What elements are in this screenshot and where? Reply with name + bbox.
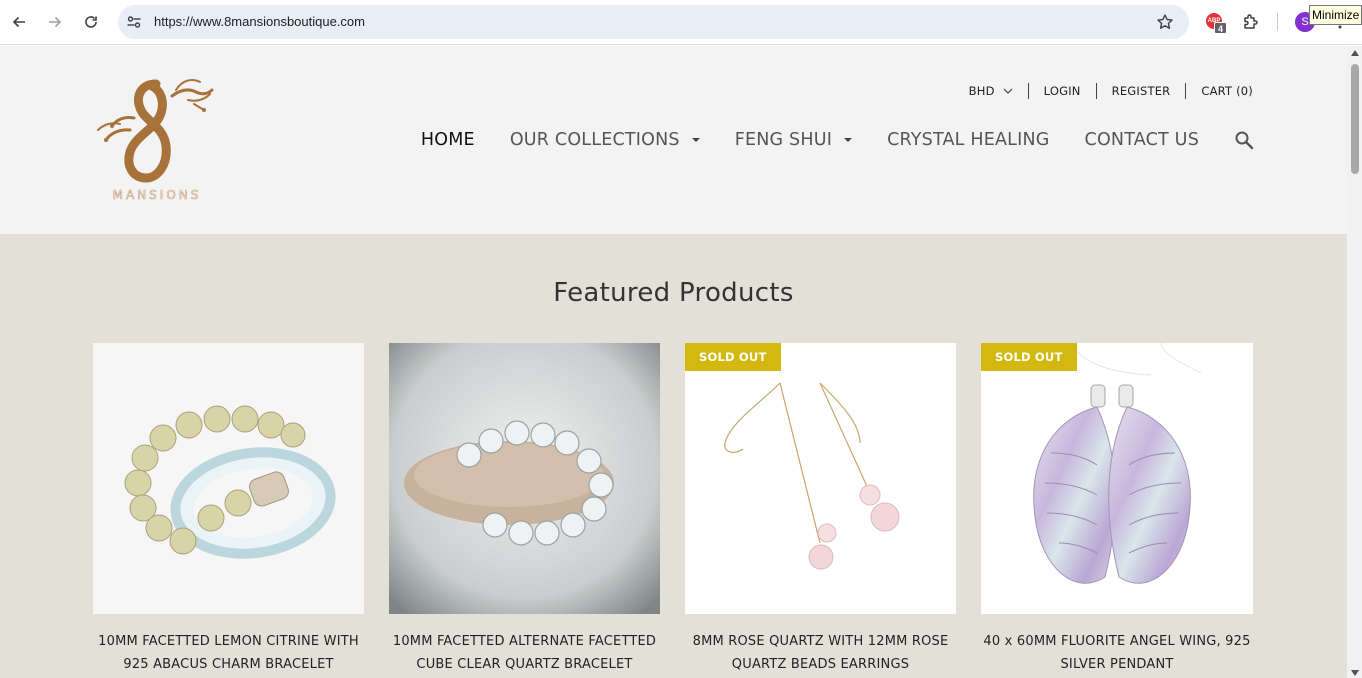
nav-contact-us-label: CONTACT US: [1084, 130, 1199, 150]
site-settings-icon[interactable]: [126, 14, 142, 30]
bookmark-star-icon[interactable]: [1156, 13, 1174, 31]
product-card[interactable]: SOLD OUT 8MM ROSE QUARTZ WITH 12MM ROSE …: [685, 343, 956, 676]
reload-button[interactable]: [78, 9, 104, 35]
logo-wordmark: MANSIONS: [113, 188, 202, 202]
product-card[interactable]: SOLD OUT 40 x 60MM FLUORITE ANGEL WING, …: [981, 343, 1253, 676]
back-button[interactable]: [6, 9, 32, 35]
caret-down-icon: [844, 138, 853, 142]
nav-feng-shui[interactable]: FENG SHUI: [734, 130, 853, 150]
product-card[interactable]: 10MM FACETTED ALTERNATE FACETTED CUBE CL…: [389, 343, 660, 676]
account-bar: BHD LOGIN REGISTER CART (0): [969, 83, 1253, 99]
main-navigation: HOME OUR COLLECTIONS FENG SHUI CRYSTAL H…: [421, 130, 1254, 150]
product-image[interactable]: [389, 343, 660, 614]
product-title[interactable]: 10MM FACETTED ALTERNATE FACETTED CUBE CL…: [389, 630, 660, 676]
arrow-right-icon: [49, 16, 62, 28]
reload-icon: [85, 16, 97, 28]
nav-our-collections-label: OUR COLLECTIONS: [509, 130, 680, 150]
login-link[interactable]: LOGIN: [1029, 84, 1096, 98]
scroll-down-arrow-icon[interactable]: [1351, 670, 1359, 676]
browser-toolbar: https://www.8mansionsboutique.com ABP 4 …: [0, 0, 1362, 45]
product-image[interactable]: [93, 343, 364, 614]
section-heading: Featured Products: [553, 278, 794, 308]
chevron-down-icon: [1003, 88, 1013, 94]
page-scrollbar[interactable]: [1347, 46, 1362, 678]
cart-link[interactable]: CART (0): [1186, 84, 1253, 98]
fluorite-angel-wing-image: [981, 343, 1252, 614]
featured-products-section: Featured Products 10MM FACETTED LEMON CI…: [0, 234, 1347, 678]
currency-label: BHD: [968, 84, 995, 98]
nav-our-collections[interactable]: OUR COLLECTIONS: [510, 130, 700, 150]
citrine-bracelet-image: [93, 343, 364, 614]
sold-out-badge: SOLD OUT: [685, 343, 781, 371]
product-image[interactable]: SOLD OUT: [981, 343, 1253, 614]
site-header: MANSIONS BHD LOGIN REGISTER CART (0) HOM…: [0, 46, 1347, 234]
scroll-up-arrow-icon[interactable]: [1351, 50, 1359, 56]
scroll-thumb[interactable]: [1351, 64, 1359, 174]
nav-home-label: HOME: [420, 130, 475, 150]
product-title[interactable]: 8MM ROSE QUARTZ WITH 12MM ROSE QUARTZ BE…: [685, 630, 956, 676]
toolbar-divider: [1277, 13, 1278, 31]
8-mansions-logo[interactable]: MANSIONS: [90, 78, 224, 204]
product-card[interactable]: 10MM FACETTED LEMON CITRINE WITH 925 ABA…: [93, 343, 364, 676]
adblock-extension-button[interactable]: ABP 4: [1206, 13, 1227, 34]
nav-crystal-healing-label: CRYSTAL HEALING: [887, 130, 1050, 150]
product-title[interactable]: 10MM FACETTED LEMON CITRINE WITH 925 ABA…: [93, 630, 364, 676]
nav-feng-shui-label: FENG SHUI: [734, 130, 833, 150]
url-text[interactable]: https://www.8mansionsboutique.com: [154, 14, 365, 29]
nav-contact-us[interactable]: CONTACT US: [1085, 130, 1199, 150]
nav-home[interactable]: HOME: [421, 130, 475, 150]
product-image[interactable]: SOLD OUT: [685, 343, 956, 614]
address-bar[interactable]: https://www.8mansionsboutique.com: [118, 5, 1189, 39]
arrow-left-icon: [12, 16, 25, 28]
register-link[interactable]: REGISTER: [1097, 84, 1186, 98]
search-icon[interactable]: [1234, 130, 1254, 150]
nav-crystal-healing[interactable]: CRYSTAL HEALING: [887, 130, 1049, 150]
forward-button[interactable]: [42, 9, 68, 35]
adblock-count-badge: 4: [1214, 22, 1227, 34]
currency-selector[interactable]: BHD: [969, 84, 1028, 98]
clear-quartz-bracelet-image: [389, 343, 660, 614]
product-title[interactable]: 40 x 60MM FLUORITE ANGEL WING, 925 SILVE…: [981, 630, 1253, 676]
rose-quartz-earrings-image: [685, 343, 956, 614]
minimize-tooltip: Minimize: [1309, 5, 1362, 25]
caret-down-icon: [691, 138, 700, 142]
extensions-puzzle-icon[interactable]: [1241, 12, 1261, 32]
sold-out-badge: SOLD OUT: [981, 343, 1077, 371]
